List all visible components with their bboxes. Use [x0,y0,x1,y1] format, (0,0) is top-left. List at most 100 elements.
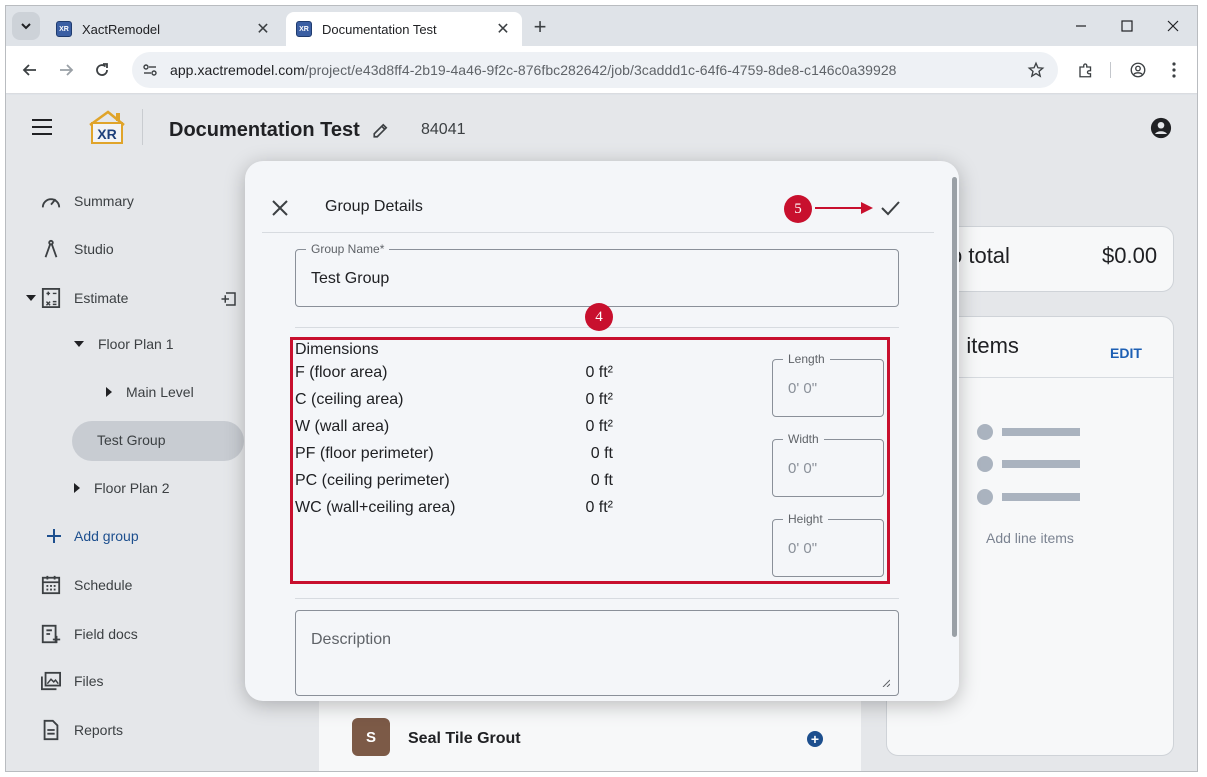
clipboard-add-icon [41,624,61,644]
sidebar-item-field-docs[interactable]: Field docs [40,623,138,645]
browser-window: XR XactRemodel ✕ XR Documentation Test ✕… [5,5,1198,772]
new-tab-button[interactable]: + [526,14,554,42]
xactremodel-logo: XR [89,110,125,144]
puzzle-icon [1079,63,1092,78]
add-group-button[interactable]: Add group [46,528,139,544]
arrow-right-icon [60,64,74,76]
address-bar[interactable]: app.xactremodel.com/project/e43d8ff4-2b1… [132,52,1058,88]
tab-title: Documentation Test [322,21,437,37]
tab-documentation-test[interactable]: XR Documentation Test ✕ [286,12,522,46]
account-icon[interactable] [1150,117,1172,139]
height-placeholder: 0' 0" [788,540,818,557]
minimize-button[interactable] [1058,6,1104,46]
sidebar-item-estimate[interactable]: Estimate [26,288,128,308]
back-button[interactable] [16,56,44,84]
sidebar-label: Floor Plan 2 [94,480,170,496]
tab-search-button[interactable] [12,12,40,40]
scrollbar[interactable] [952,177,957,637]
height-label: Height [783,512,828,526]
length-input[interactable]: Length 0' 0" [772,352,884,417]
sidebar-item-files[interactable]: Files [40,671,104,691]
sidebar-label: Studio [74,241,114,257]
sidebar-item-test-group-label[interactable]: Test Group [97,432,165,448]
dimension-value: 0 ft² [585,391,613,408]
job-number: 84041 [421,121,466,138]
group-name-field[interactable]: Group Name* Test Group [295,242,899,307]
sidebar-item-summary[interactable]: Summary [40,191,134,211]
group-name-value: Test Group [311,270,390,287]
edit-pencil-icon[interactable] [372,121,390,139]
close-icon[interactable] [271,199,289,217]
maximize-button[interactable] [1104,6,1150,46]
sidebar-label: Floor Plan 1 [98,336,174,352]
profile-button[interactable] [1124,56,1152,84]
maximize-icon [1121,20,1133,32]
length-placeholder: 0' 0" [788,380,818,397]
list-item[interactable] [319,695,861,771]
caret-down-icon [74,341,84,347]
sidebar-label: Main Level [126,384,194,400]
url-path: /project/e43d8ff4-2b19-4a46-9f2c-876fbc2… [304,62,897,78]
total-amount: $0.00 [1102,243,1158,268]
menu-icon[interactable] [32,119,52,135]
chevron-down-icon [21,23,31,30]
add-circle-icon[interactable]: + [807,731,823,747]
browser-toolbar: app.xactremodel.com/project/e43d8ff4-2b1… [6,46,1197,94]
dimension-value: 0 ft² [585,418,613,435]
app-header: XR Documentation Test 84041 [6,95,1197,159]
close-tab-icon[interactable]: ✕ [254,19,272,39]
step-4-badge: 4 [585,303,613,331]
toolbar-divider [1110,62,1111,78]
app-area: XR Documentation Test 84041 Summary Stud… [6,95,1197,771]
project-title: Documentation Test [169,119,360,141]
dialog-title: Group Details [325,198,423,215]
dimension-value: 0 ft² [585,364,613,381]
width-input[interactable]: Width 0' 0" [772,432,884,497]
annotation-arrow [815,207,865,209]
annotation-arrow-head [861,202,873,214]
logo-text: XR [97,126,116,142]
caret-down-icon [26,295,36,301]
resize-handle-icon[interactable] [882,679,890,687]
tab-title: XactRemodel [82,21,161,37]
sidebar-label: Reports [74,722,124,738]
close-window-button[interactable] [1150,6,1196,46]
add-note-icon[interactable] [220,290,238,308]
reload-icon [96,63,108,76]
sidebar-item-studio[interactable]: Studio [40,239,114,259]
empty-list-icon [977,456,1081,472]
tab-xactremodel[interactable]: XR XactRemodel ✕ [46,12,282,46]
item-avatar: S [352,718,390,756]
more-vert-icon [1172,62,1176,78]
sidebar-item-schedule[interactable]: Schedule [40,575,132,595]
browser-menu-button[interactable] [1160,56,1188,84]
calendar-icon [41,575,61,595]
step-5-badge: 5 [784,195,812,223]
forward-button[interactable] [52,56,80,84]
site-info-icon[interactable] [142,62,158,78]
edit-button[interactable]: EDIT [1110,345,1142,361]
sidebar-item-reports[interactable]: Reports [40,719,123,741]
sidebar-label: Files [74,673,104,689]
extensions-button[interactable] [1072,56,1100,84]
description-field[interactable]: Description [295,610,899,696]
height-input[interactable]: Height 0' 0" [772,512,884,577]
item-name: Seal Tile Grout [408,730,521,747]
empty-list-icon [977,489,1081,505]
sidebar-label: Summary [74,193,134,209]
photo-library-icon [41,671,61,691]
sidebar-item-main-level[interactable]: Main Level [106,384,194,400]
compass-icon [44,239,58,258]
sidebar-item-floor-plan-2[interactable]: Floor Plan 2 [74,480,169,496]
arrow-left-icon [22,64,36,76]
bookmark-button[interactable] [1022,56,1050,84]
add-line-items-text[interactable]: Add line items [986,530,1074,546]
url-text[interactable]: app.xactremodel.com/project/e43d8ff4-2b1… [170,62,897,78]
sidebar-item-floor-plan-1[interactable]: Floor Plan 1 [74,336,173,352]
checkmark-icon[interactable] [879,197,901,219]
star-icon [1027,61,1045,78]
length-label: Length [783,352,830,366]
close-tab-icon[interactable]: ✕ [494,19,512,39]
group-details-dialog: Group Details 5 Group Name* Test Group 4… [245,161,959,701]
reload-button[interactable] [88,56,116,84]
